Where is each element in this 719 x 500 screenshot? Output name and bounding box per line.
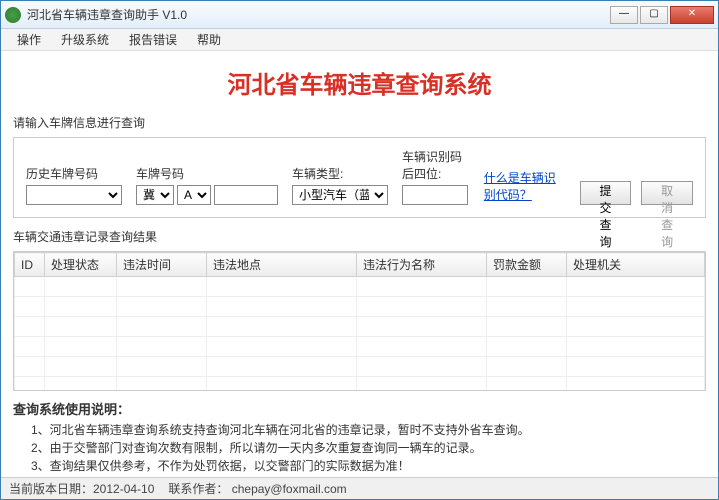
table-row bbox=[15, 317, 705, 337]
maximize-button[interactable]: ▢ bbox=[640, 6, 668, 24]
status-version: 当前版本日期：2012-04-10 bbox=[9, 480, 154, 497]
results-table-wrap: ID 处理状态 违法时间 违法地点 违法行为名称 罚款金额 处理机关 bbox=[13, 251, 706, 391]
history-label: 历史车牌号码 bbox=[26, 165, 122, 182]
vin-input[interactable] bbox=[402, 185, 468, 205]
history-select[interactable] bbox=[26, 185, 122, 205]
window-controls: — ▢ ✕ bbox=[610, 6, 714, 24]
table-row bbox=[15, 297, 705, 317]
page-title: 河北省车辆违章查询系统 bbox=[13, 65, 706, 100]
submit-button[interactable]: 提交查询 bbox=[580, 181, 632, 205]
col-status[interactable]: 处理状态 bbox=[45, 253, 117, 277]
instruction-line: 1、河北省车辆违章查询系统支持查询河北车辆在河北省的违章记录，暂时不支持外省车查… bbox=[13, 421, 706, 439]
letter-select[interactable]: A bbox=[177, 185, 211, 205]
window-title: 河北省车辆违章查询助手 V1.0 bbox=[27, 6, 610, 23]
menu-operate[interactable]: 操作 bbox=[7, 29, 51, 50]
titlebar: 河北省车辆违章查询助手 V1.0 — ▢ ✕ bbox=[1, 1, 718, 29]
app-window: 河北省车辆违章查询助手 V1.0 — ▢ ✕ 操作 升级系统 报告错误 帮助 河… bbox=[0, 0, 719, 500]
col-fine[interactable]: 罚款金额 bbox=[487, 253, 567, 277]
content-area: 河北省车辆违章查询系统 请输入车牌信息进行查询 历史车牌号码 车牌号码 冀 A … bbox=[1, 51, 718, 477]
menu-upgrade[interactable]: 升级系统 bbox=[51, 29, 119, 50]
vin-field: 车辆识别码后四位: bbox=[402, 148, 470, 205]
col-time[interactable]: 违法时间 bbox=[117, 253, 207, 277]
table-row bbox=[15, 357, 705, 377]
table-row bbox=[15, 277, 705, 297]
instructions-title: 查询系统使用说明： bbox=[13, 399, 706, 418]
results-table: ID 处理状态 违法时间 违法地点 违法行为名称 罚款金额 处理机关 bbox=[14, 252, 705, 391]
menubar: 操作 升级系统 报告错误 帮助 bbox=[1, 29, 718, 51]
query-form: 历史车牌号码 车牌号码 冀 A 车辆类型: 小型汽车（蓝牌） 车辆识别码后四位:… bbox=[13, 137, 706, 218]
vin-label: 车辆识别码后四位: bbox=[402, 148, 470, 182]
col-loc[interactable]: 违法地点 bbox=[207, 253, 357, 277]
instructions: 查询系统使用说明： 1、河北省车辆违章查询系统支持查询河北车辆在河北省的违章记录… bbox=[13, 399, 706, 475]
table-row bbox=[15, 377, 705, 392]
instruction-line: 2、由于交警部门对查询次数有限制，所以请勿一天内多次重复查询同一辆车的记录。 bbox=[13, 439, 706, 457]
menu-help[interactable]: 帮助 bbox=[187, 29, 231, 50]
table-row bbox=[15, 337, 705, 357]
minimize-button[interactable]: — bbox=[610, 6, 638, 24]
province-select[interactable]: 冀 bbox=[136, 185, 174, 205]
vin-help-link[interactable]: 什么是车辆识别代码？ bbox=[484, 169, 566, 203]
col-id[interactable]: ID bbox=[15, 253, 45, 277]
type-label: 车辆类型: bbox=[292, 165, 388, 182]
plate-input[interactable] bbox=[214, 185, 278, 205]
col-act[interactable]: 违法行为名称 bbox=[357, 253, 487, 277]
menu-report[interactable]: 报告错误 bbox=[119, 29, 187, 50]
type-field: 车辆类型: 小型汽车（蓝牌） bbox=[292, 165, 388, 205]
app-icon bbox=[5, 7, 21, 23]
close-button[interactable]: ✕ bbox=[670, 6, 714, 24]
history-field: 历史车牌号码 bbox=[26, 165, 122, 205]
status-contact: 联系作者： chepay@foxmail.com bbox=[168, 480, 346, 497]
plate-label: 车牌号码 bbox=[136, 165, 278, 182]
cancel-button[interactable]: 取消查询 bbox=[641, 181, 693, 205]
query-prompt: 请输入车牌信息进行查询 bbox=[13, 114, 706, 131]
instruction-line: 3、查询结果仅供参考，不作为处罚依据，以交警部门的实际数据为准！ bbox=[13, 457, 706, 475]
statusbar: 当前版本日期：2012-04-10 联系作者： chepay@foxmail.c… bbox=[1, 477, 718, 499]
col-org[interactable]: 处理机关 bbox=[567, 253, 705, 277]
type-select[interactable]: 小型汽车（蓝牌） bbox=[292, 185, 388, 205]
plate-field: 车牌号码 冀 A bbox=[136, 165, 278, 205]
